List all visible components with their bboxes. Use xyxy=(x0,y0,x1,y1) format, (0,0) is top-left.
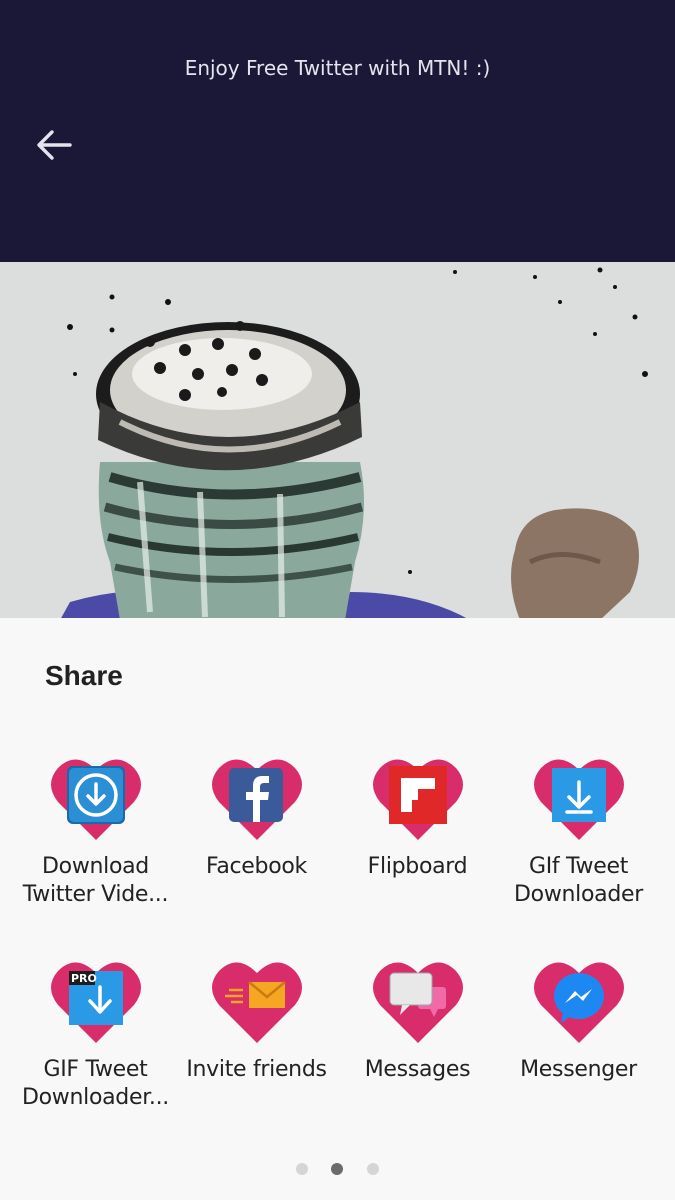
share-item-label: Invite friends xyxy=(186,1057,327,1082)
heart-badge-icon xyxy=(51,759,141,840)
pager-dot-2[interactable] xyxy=(331,1163,343,1175)
heart-badge-icon: PRO xyxy=(51,962,141,1043)
tweet-media-image[interactable] xyxy=(0,262,675,620)
share-item-gif-tweet-downloader[interactable]: GIf Tweet Downloader xyxy=(498,754,659,934)
share-item-flipboard[interactable]: Flipboard xyxy=(337,754,498,934)
share-item-label: Messenger xyxy=(520,1057,637,1082)
share-sheet: Share Download Twitter Vide... Facebook xyxy=(0,618,675,1200)
share-item-gif-tweet-downloader-pro[interactable]: PRO GIF Tweet Downloader... xyxy=(15,957,176,1137)
share-item-label: Download Twitter Vide... xyxy=(22,854,169,907)
share-item-label: Messages xyxy=(364,1057,471,1082)
pro-download-icon: PRO xyxy=(69,971,123,1025)
heart-badge-icon xyxy=(373,962,463,1043)
heart-badge-icon xyxy=(373,759,463,840)
heart-badge-icon xyxy=(212,962,302,1043)
promo-banner: Enjoy Free Twitter with MTN! :) xyxy=(184,56,491,80)
download-arrow-icon xyxy=(552,768,606,822)
svg-text:PRO: PRO xyxy=(71,972,97,985)
download-circle-icon xyxy=(67,766,125,824)
heart-badge-icon xyxy=(534,759,624,840)
share-item-messages[interactable]: Messages xyxy=(337,957,498,1137)
share-item-label: Facebook xyxy=(206,854,307,879)
facebook-icon xyxy=(229,768,283,822)
share-item-download-twitter-video[interactable]: Download Twitter Vide... xyxy=(15,754,176,934)
pager-dot-3[interactable] xyxy=(367,1163,379,1175)
share-item-label: Flipboard xyxy=(367,854,468,879)
share-item-facebook[interactable]: Facebook xyxy=(176,754,337,934)
heart-badge-icon xyxy=(534,962,624,1043)
back-arrow-icon[interactable] xyxy=(34,126,74,164)
top-bar: Enjoy Free Twitter with MTN! :) xyxy=(0,0,675,262)
share-item-messenger[interactable]: Messenger xyxy=(498,957,659,1137)
share-item-label: GIf Tweet Downloader xyxy=(514,854,643,907)
share-item-label: GIF Tweet Downloader... xyxy=(22,1057,169,1110)
share-title: Share xyxy=(45,660,123,691)
pager-dot-1[interactable] xyxy=(296,1163,308,1175)
flipboard-icon xyxy=(389,766,447,824)
heart-badge-icon xyxy=(212,759,302,840)
share-item-invite-friends[interactable]: Invite friends xyxy=(176,957,337,1137)
